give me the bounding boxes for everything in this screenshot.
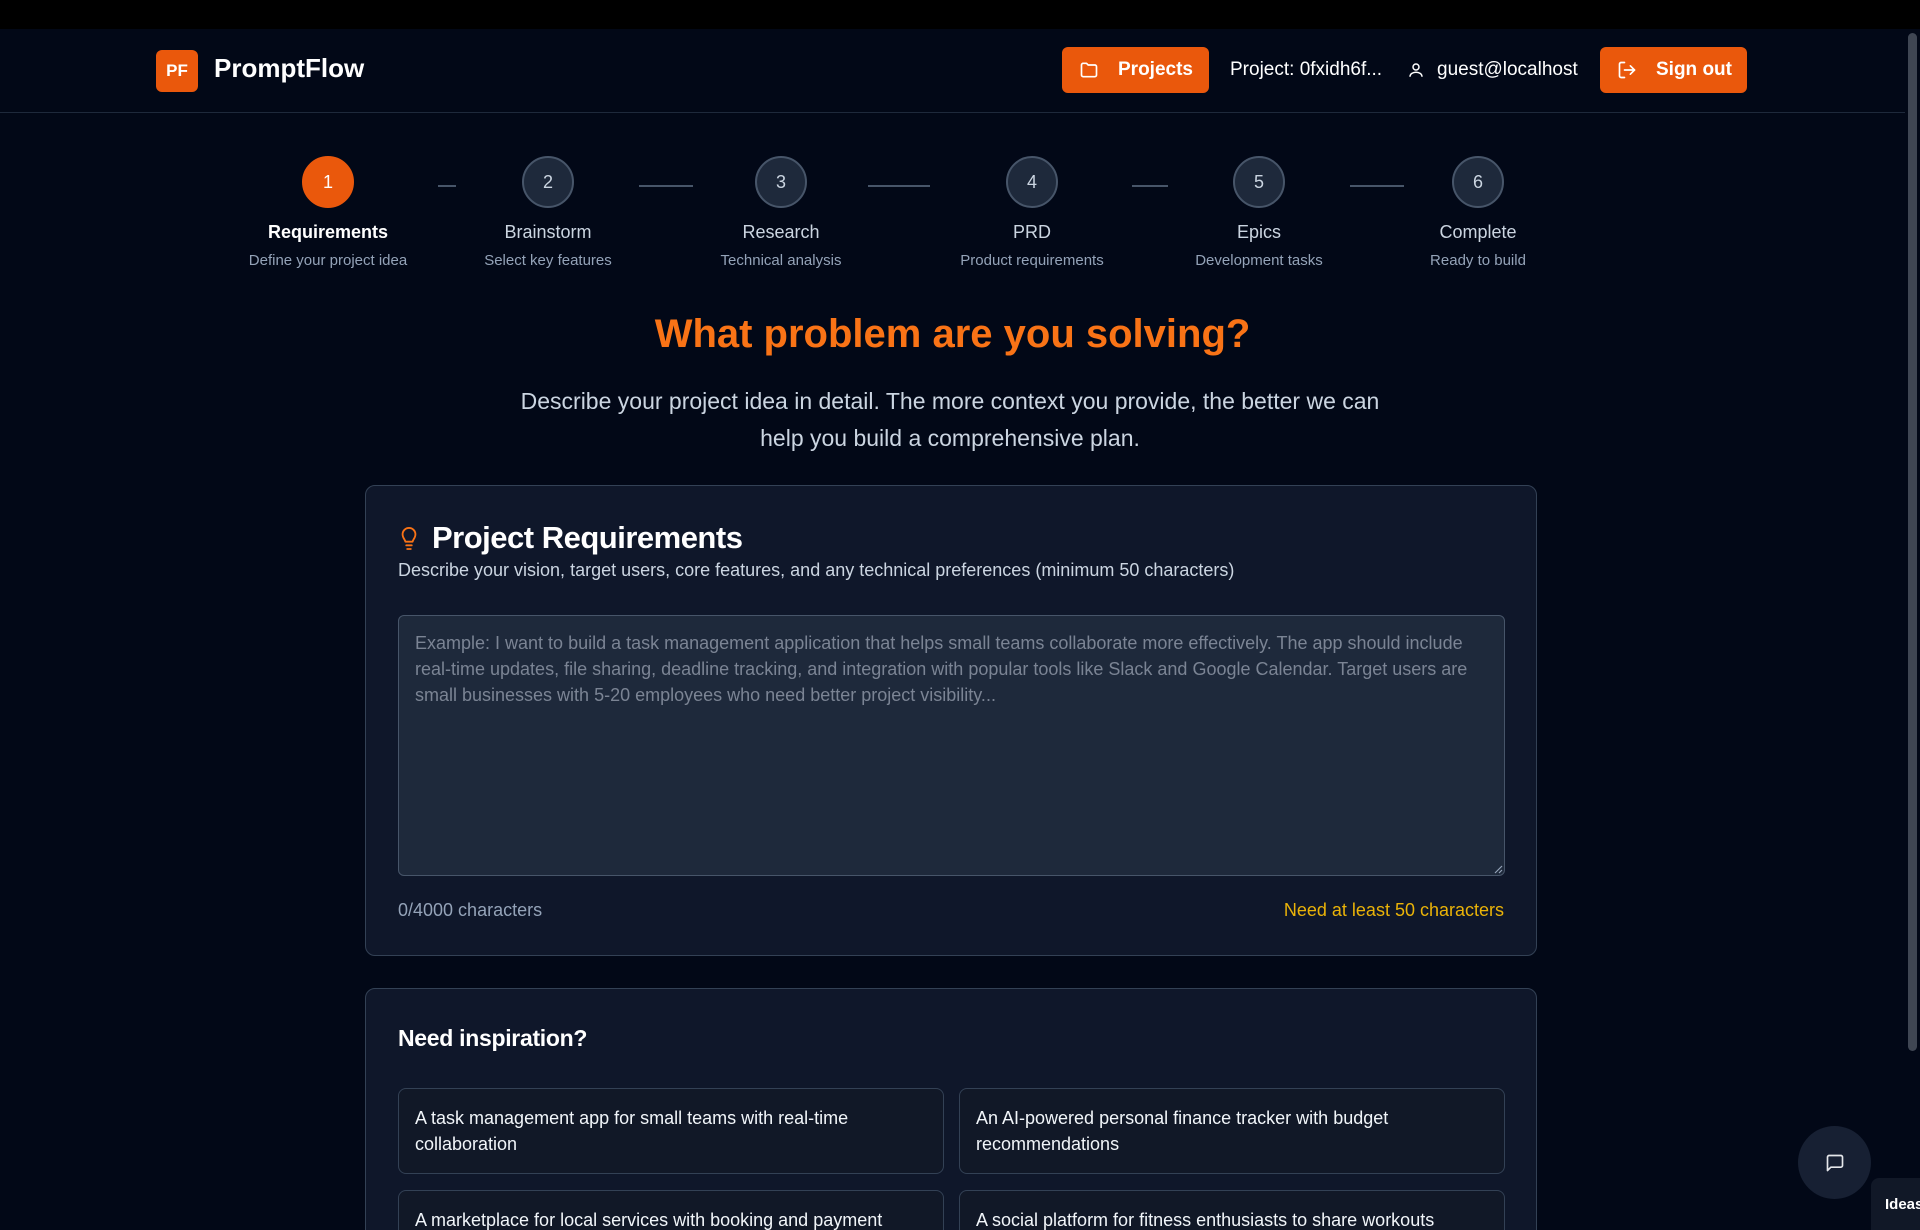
step-requirements[interactable]: 1 Requirements Define your project idea (228, 156, 428, 269)
requirements-textarea[interactable] (398, 615, 1505, 876)
scrollbar-thumb[interactable] (1908, 33, 1917, 1051)
inspiration-item[interactable]: A social platform for fitness enthusiast… (959, 1190, 1505, 1230)
step-subtitle: Product requirements (960, 252, 1104, 269)
message-square-icon (1826, 1154, 1843, 1171)
user-email: guest@localhost (1437, 59, 1578, 80)
step-subtitle: Ready to build (1430, 252, 1526, 269)
ideas-panel-tab[interactable]: Ideas (1871, 1178, 1920, 1230)
step-number: 3 (755, 156, 807, 208)
page-headline: What problem are you solving? (654, 312, 1251, 356)
step-brainstorm[interactable]: 2 Brainstorm Select key features (448, 156, 648, 269)
requirements-card: Project Requirements Describe your visio… (365, 485, 1537, 956)
step-title: Brainstorm (504, 222, 592, 242)
app-header: PF PromptFlow Projects Project: 0fxidh6f… (0, 29, 1905, 113)
step-connector (868, 185, 930, 187)
step-title: Complete (1439, 222, 1517, 242)
step-number: 4 (1006, 156, 1058, 208)
step-title: PRD (1012, 222, 1051, 242)
page-subheadline: Describe your project idea in detail. Th… (520, 388, 1380, 451)
step-subtitle: Development tasks (1195, 252, 1323, 269)
step-number: 6 (1452, 156, 1504, 208)
user-icon (1409, 63, 1423, 77)
step-prd[interactable]: 4 PRD Product requirements (932, 156, 1132, 269)
step-title: Requirements (267, 222, 389, 242)
step-epics[interactable]: 5 Epics Development tasks (1159, 156, 1359, 269)
character-count: 0/4000 characters (398, 900, 543, 920)
user-info: guest@localhost (1407, 59, 1578, 81)
inspiration-card: Need inspiration? A task management app … (365, 988, 1537, 1230)
step-subtitle: Select key features (484, 252, 612, 269)
current-project-id: Project: 0fxidh6f... (1230, 59, 1383, 80)
step-number: 1 (302, 156, 354, 208)
inspiration-item[interactable]: An AI-powered personal finance tracker w… (959, 1088, 1505, 1174)
lightbulb-icon (401, 527, 417, 550)
step-research[interactable]: 3 Research Technical analysis (681, 156, 881, 269)
step-subtitle: Technical analysis (720, 252, 842, 269)
app-logo[interactable]: PF (156, 50, 198, 92)
app-name[interactable]: PromptFlow (214, 53, 364, 84)
resize-handle-icon[interactable] (1493, 864, 1503, 874)
step-number: 5 (1233, 156, 1285, 208)
card-description: Describe your vision, target users, core… (398, 560, 1235, 580)
sign-out-button[interactable]: Sign out (1600, 47, 1747, 93)
card-title: Project Requirements (432, 520, 743, 555)
inspiration-title: Need inspiration? (398, 1025, 588, 1051)
step-number: 2 (522, 156, 574, 208)
sign-out-label: Sign out (1656, 59, 1732, 80)
step-title: Epics (1236, 222, 1281, 242)
projects-button-label: Projects (1118, 59, 1193, 80)
inspiration-item[interactable]: A marketplace for local services with bo… (398, 1190, 944, 1230)
inspiration-item[interactable]: A task management app for small teams wi… (398, 1088, 944, 1174)
page-scrollbar[interactable] (1905, 29, 1920, 1230)
log-out-icon (1618, 61, 1636, 79)
step-title: Research (742, 222, 820, 242)
step-complete[interactable]: 6 Complete Ready to build (1378, 156, 1578, 269)
character-warning: Need at least 50 characters (1283, 900, 1504, 920)
step-subtitle: Define your project idea (248, 252, 408, 269)
chat-button[interactable] (1798, 1126, 1871, 1199)
card-header: Project Requirements (398, 520, 743, 556)
projects-button[interactable]: Projects (1062, 47, 1209, 93)
folder-icon (1080, 62, 1098, 78)
browser-top-strip (0, 0, 1920, 29)
